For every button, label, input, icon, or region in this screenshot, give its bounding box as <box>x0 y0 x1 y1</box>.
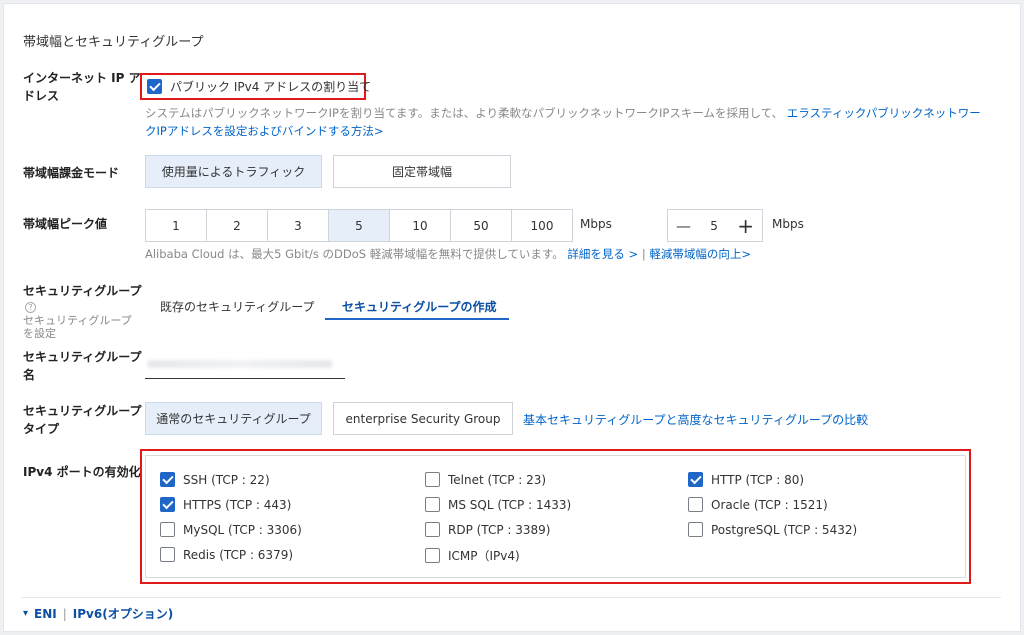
port-label: MySQL (TCP : 3306) <box>183 522 302 537</box>
security-group-label-block: セキュリティグループ ? セキュリティグループ を設定 <box>23 282 143 340</box>
checkbox-icon[interactable] <box>160 497 175 512</box>
billing-option-fixed[interactable]: 固定帯域幅 <box>333 155 511 188</box>
port-icmp[interactable]: ICMP（IPv4) <box>425 547 520 564</box>
active-tab-indicator <box>325 318 509 320</box>
bandwidth-security-panel: 帯域幅とセキュリティグループ インターネット IP ア ドレス パブリック IP… <box>3 3 1021 632</box>
sg-name-label: セキュリティグループ 名 <box>23 348 142 384</box>
public-ipv4-checkbox[interactable]: パブリック IPv4 アドレスの割り当て <box>147 78 371 95</box>
port-redis[interactable]: Redis (TCP : 6379) <box>160 547 293 562</box>
sg-name-input[interactable] <box>145 354 345 379</box>
port-ssh[interactable]: SSH (TCP : 22) <box>160 472 270 487</box>
security-group-label: セキュリティグループ <box>23 284 142 298</box>
eni-ipv6-toggle[interactable]: ▾ ENI | IPv6(オプション) <box>23 605 173 622</box>
port-telnet[interactable]: Telnet (TCP : 23) <box>425 472 546 487</box>
port-label: HTTPS (TCP : 443) <box>183 497 292 512</box>
port-oracle[interactable]: Oracle (TCP : 1521) <box>688 497 828 512</box>
port-label: ICMP（IPv4) <box>448 549 520 563</box>
footer-divider <box>21 597 1001 598</box>
checkbox-icon[interactable] <box>160 472 175 487</box>
port-mysql[interactable]: MySQL (TCP : 3306) <box>160 522 302 537</box>
port-label: HTTP (TCP : 80) <box>711 472 805 487</box>
section-title: 帯域幅とセキュリティグループ <box>23 35 204 50</box>
peak-option-50[interactable]: 50 <box>450 209 512 242</box>
stepper-minus-button[interactable]: — <box>676 217 691 235</box>
security-group-sub1: セキュリティグループ <box>23 314 132 327</box>
stepper-unit: Mbps <box>772 217 804 231</box>
public-ip-label: インターネット IP ア ドレス <box>23 69 141 105</box>
port-label: PostgreSQL (TCP : 5432) <box>711 522 858 537</box>
port-label: RDP (TCP : 3389) <box>448 522 551 537</box>
caret-down-icon[interactable]: ▾ <box>23 608 28 619</box>
tab-create-security-group[interactable]: セキュリティグループの作成 <box>342 298 497 315</box>
security-group-sub2: を設定 <box>23 327 56 340</box>
port-https[interactable]: HTTPS (TCP : 443) <box>160 497 291 512</box>
peak-option-5[interactable]: 5 <box>328 209 390 242</box>
public-ipv4-check-icon[interactable] <box>147 79 162 94</box>
ddos-note: Alibaba Cloud は、最大5 Gbit/s のDDoS 軽減帯域幅を無… <box>145 245 751 263</box>
port-label: Oracle (TCP : 1521) <box>711 497 828 512</box>
elastic-ip-link[interactable]: エラスティックパブリックネットワー <box>787 106 981 120</box>
port-label: Redis (TCP : 6379) <box>183 547 294 562</box>
sg-type-label-line2: タイプ <box>23 422 60 436</box>
peak-bandwidth-label: 帯域幅ピーク値 <box>23 217 108 231</box>
checkbox-icon[interactable] <box>425 548 440 563</box>
checkbox-icon[interactable] <box>160 547 175 562</box>
ddos-separator: | <box>641 247 646 261</box>
port-http[interactable]: HTTP (TCP : 80) <box>688 472 804 487</box>
peak-option-2[interactable]: 2 <box>206 209 268 242</box>
checkbox-icon[interactable] <box>688 472 703 487</box>
peak-option-10[interactable]: 10 <box>389 209 451 242</box>
checkbox-icon[interactable] <box>425 472 440 487</box>
peak-unit: Mbps <box>580 217 612 231</box>
checkbox-icon[interactable] <box>160 522 175 537</box>
public-ip-description: システムはパブリックネットワークIPを割り当てます。または、より柔軟なパブリック… <box>145 104 1005 140</box>
peak-option-3[interactable]: 3 <box>267 209 329 242</box>
port-label: SSH (TCP : 22) <box>183 472 270 487</box>
port-label: Telnet (TCP : 23) <box>448 472 547 487</box>
peak-option-100[interactable]: 100 <box>511 209 573 242</box>
elastic-ip-link-cont[interactable]: クIPアドレスを設定およびバインドする方法> <box>145 124 383 138</box>
ddos-note-text: Alibaba Cloud は、最大5 Gbit/s のDDoS 軽減帯域幅を無… <box>145 247 564 261</box>
ipv4-ports-label: IPv4 ポートの有効化 <box>23 465 141 479</box>
sg-type-label: セキュリティグループ タイプ <box>23 402 142 438</box>
billing-option-traffic[interactable]: 使用量によるトラフィック <box>145 155 322 188</box>
checkbox-icon[interactable] <box>688 522 703 537</box>
checkbox-icon[interactable] <box>688 497 703 512</box>
peak-option-1[interactable]: 1 <box>145 209 207 242</box>
sg-name-label-line1: セキュリティグループ <box>23 350 142 364</box>
footer-separator: | <box>62 606 67 621</box>
stepper-plus-button[interactable]: + <box>737 216 754 236</box>
sg-name-label-line2: 名 <box>23 368 36 382</box>
sg-type-basic[interactable]: 通常のセキュリティグループ <box>145 402 322 435</box>
sg-type-enterprise[interactable]: enterprise Security Group <box>333 402 513 435</box>
sg-name-blurred-value <box>147 360 333 368</box>
public-ip-desc-text: システムはパブリックネットワークIPを割り当てます。または、より柔軟なパブリック… <box>145 106 784 120</box>
tab-existing-security-group[interactable]: 既存のセキュリティグループ <box>160 298 315 315</box>
help-icon[interactable]: ? <box>25 302 36 313</box>
bandwidth-stepper[interactable]: — 5 + <box>667 209 763 242</box>
checkbox-icon[interactable] <box>425 497 440 512</box>
public-ipv4-checkbox-label: パブリック IPv4 アドレスの割り当て <box>170 80 372 94</box>
ipv6-label[interactable]: IPv6(オプション) <box>73 605 173 622</box>
sg-compare-link[interactable]: 基本セキュリティグループと高度なセキュリティグループの比較 <box>523 411 868 428</box>
port-rdp[interactable]: RDP (TCP : 3389) <box>425 522 550 537</box>
sg-type-label-line1: セキュリティグループ <box>23 404 142 418</box>
stepper-value[interactable]: 5 <box>710 219 718 233</box>
port-mssql[interactable]: MS SQL (TCP : 1433) <box>425 497 571 512</box>
checkbox-icon[interactable] <box>425 522 440 537</box>
billing-mode-label: 帯域幅課金モード <box>23 166 120 180</box>
ddos-upgrade-link[interactable]: 軽減帯域幅の向上> <box>649 247 751 261</box>
public-ip-label-line1: インターネット IP ア <box>23 71 141 85</box>
ddos-details-link[interactable]: 詳細を見る > <box>567 247 638 261</box>
public-ip-label-line2: ドレス <box>23 89 60 103</box>
port-label: MS SQL (TCP : 1433) <box>448 497 572 512</box>
eni-label[interactable]: ENI <box>34 607 57 621</box>
port-postgresql[interactable]: PostgreSQL (TCP : 5432) <box>688 522 857 537</box>
